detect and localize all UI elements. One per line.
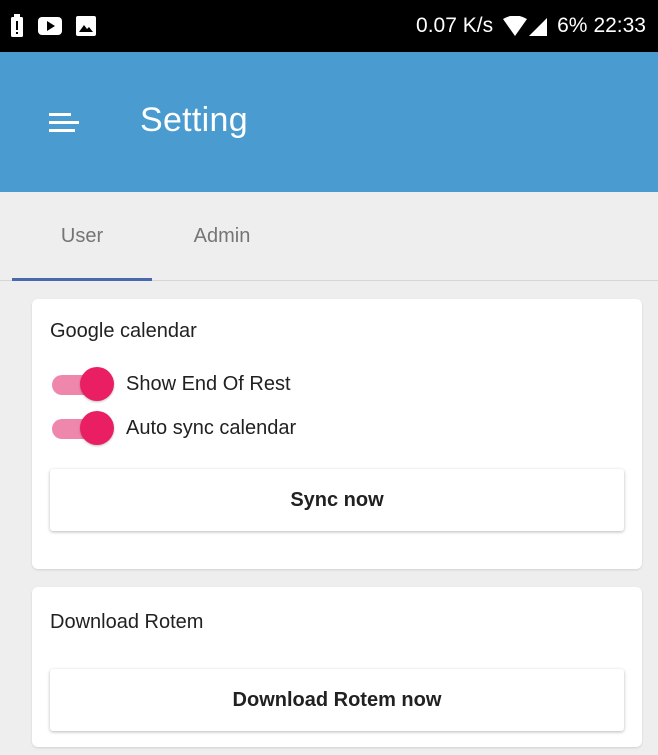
show-end-of-rest-row: Show End Of Rest [50, 365, 291, 403]
auto-sync-calendar-label: Auto sync calendar [126, 416, 297, 439]
show-end-of-rest-label: Show End Of Rest [126, 372, 291, 395]
tab-admin[interactable]: Admin [152, 192, 292, 281]
clock: 22:33 [593, 14, 646, 37]
app-bar: Setting [0, 52, 658, 192]
page-title: Setting [140, 101, 248, 139]
auto-sync-calendar-row: Auto sync calendar [50, 409, 296, 447]
youtube-icon [38, 17, 62, 35]
status-notification-icons [10, 14, 96, 38]
google-calendar-title: Google calendar [50, 320, 197, 342]
wifi-icon [503, 16, 528, 36]
network-speed: 0.07 K/s [416, 14, 494, 37]
toggle-thumb [80, 411, 114, 445]
status-bar: 0.07 K/s 6% 22:33 [0, 0, 658, 52]
battery-alert-icon [10, 14, 24, 38]
google-calendar-card: Google calendar Show End Of Rest Auto sy… [32, 299, 642, 569]
status-system-info: 0.07 K/s 6% 22:33 [416, 14, 646, 38]
download-rotem-now-button[interactable]: Download Rotem now [50, 669, 624, 731]
signal-icon [529, 16, 548, 36]
show-end-of-rest-toggle[interactable] [50, 365, 114, 403]
tab-bar: User Admin [0, 192, 658, 281]
tab-indicator [12, 278, 152, 281]
hamburger-menu-icon [49, 112, 79, 134]
toggle-thumb [80, 367, 114, 401]
download-rotem-title: Download Rotem [50, 611, 204, 633]
menu-button[interactable] [40, 105, 88, 141]
download-rotem-card: Download Rotem Download Rotem now [32, 587, 642, 747]
sync-now-button[interactable]: Sync now [50, 469, 624, 531]
tab-user[interactable]: User [12, 192, 152, 281]
gallery-icon [76, 16, 96, 36]
auto-sync-calendar-toggle[interactable] [50, 409, 114, 447]
battery-percent: 6% [557, 14, 588, 37]
